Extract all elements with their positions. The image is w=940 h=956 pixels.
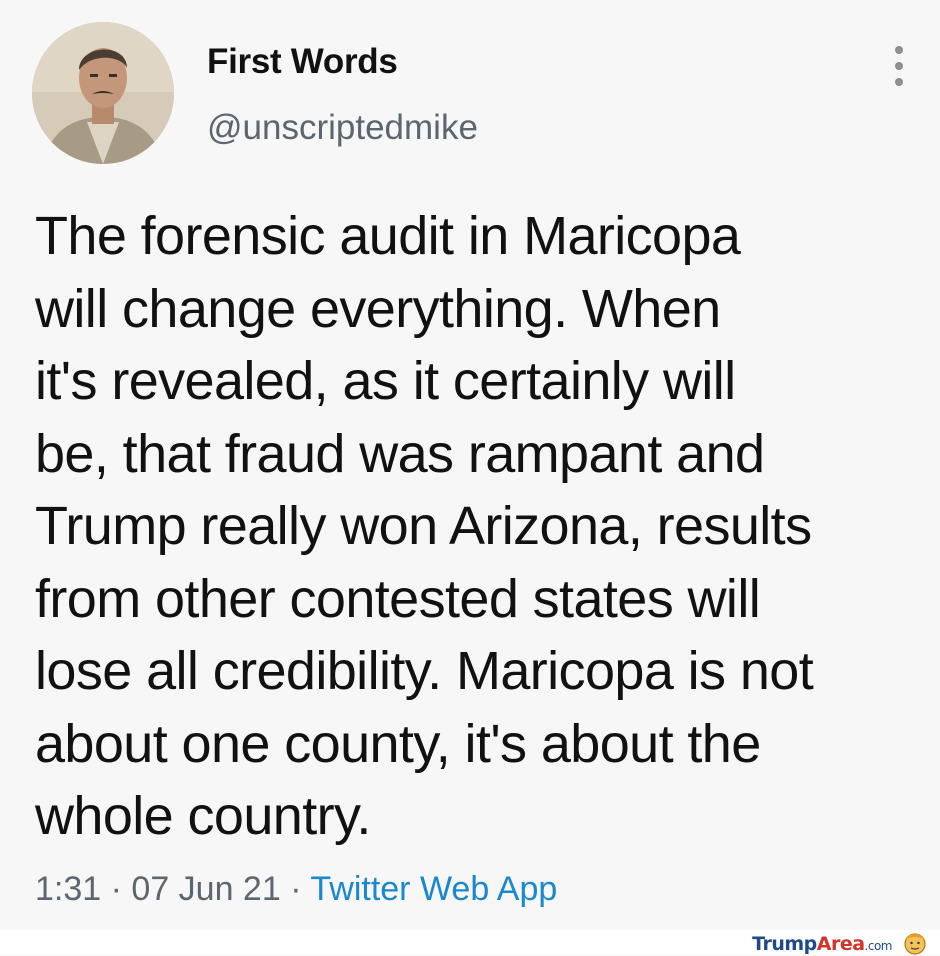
tweet-text-line: it's revealed, as it certainly will xyxy=(35,351,736,411)
tweet-text-line: be, that fraud was rampant and xyxy=(35,423,765,484)
watermark-bar: TrumpArea.com xyxy=(0,930,940,955)
watermark-part: .com xyxy=(864,939,893,953)
user-handle[interactable]: @unscriptedmike xyxy=(207,108,478,148)
tweet-text-line: Trump really won Arizona, results xyxy=(35,496,812,556)
more-options-icon[interactable] xyxy=(885,46,913,86)
more-dot xyxy=(895,62,903,70)
tweet-text-line: The forensic audit in Maricopa xyxy=(35,206,741,266)
tweet-card: First Words @unscriptedmike The forensic… xyxy=(0,0,940,930)
tweet-text-line: will change everything. When xyxy=(35,278,721,339)
tweet-text-line: whole country. xyxy=(35,786,371,846)
display-name[interactable]: First Words xyxy=(207,42,398,82)
meta-separator: · xyxy=(101,870,132,908)
watermark-text: TrumpArea.com xyxy=(752,933,892,955)
tweet-meta: 1:31 · 07 Jun 21 · Twitter Web App xyxy=(35,870,557,909)
tweet-time[interactable]: 1:31 xyxy=(35,870,101,908)
more-dot xyxy=(895,46,903,54)
tweet-date[interactable]: 07 Jun 21 xyxy=(131,870,280,908)
meta-separator: · xyxy=(280,870,311,908)
tweet-source-link[interactable]: Twitter Web App xyxy=(310,870,557,908)
trump-face-logo-icon xyxy=(904,933,926,955)
watermark-part: Area xyxy=(816,933,865,955)
tweet-text-line: lose all credibility. Maricopa is not xyxy=(35,641,814,701)
tweet-text-line: from other contested states will xyxy=(35,568,761,629)
tweet-text-line: about one county, it's about the xyxy=(35,713,761,774)
avatar[interactable] xyxy=(32,22,174,164)
watermark-part: Trump xyxy=(752,933,817,955)
more-dot xyxy=(895,78,903,86)
tweet-text: The forensic audit in Maricopa will chan… xyxy=(35,200,915,853)
